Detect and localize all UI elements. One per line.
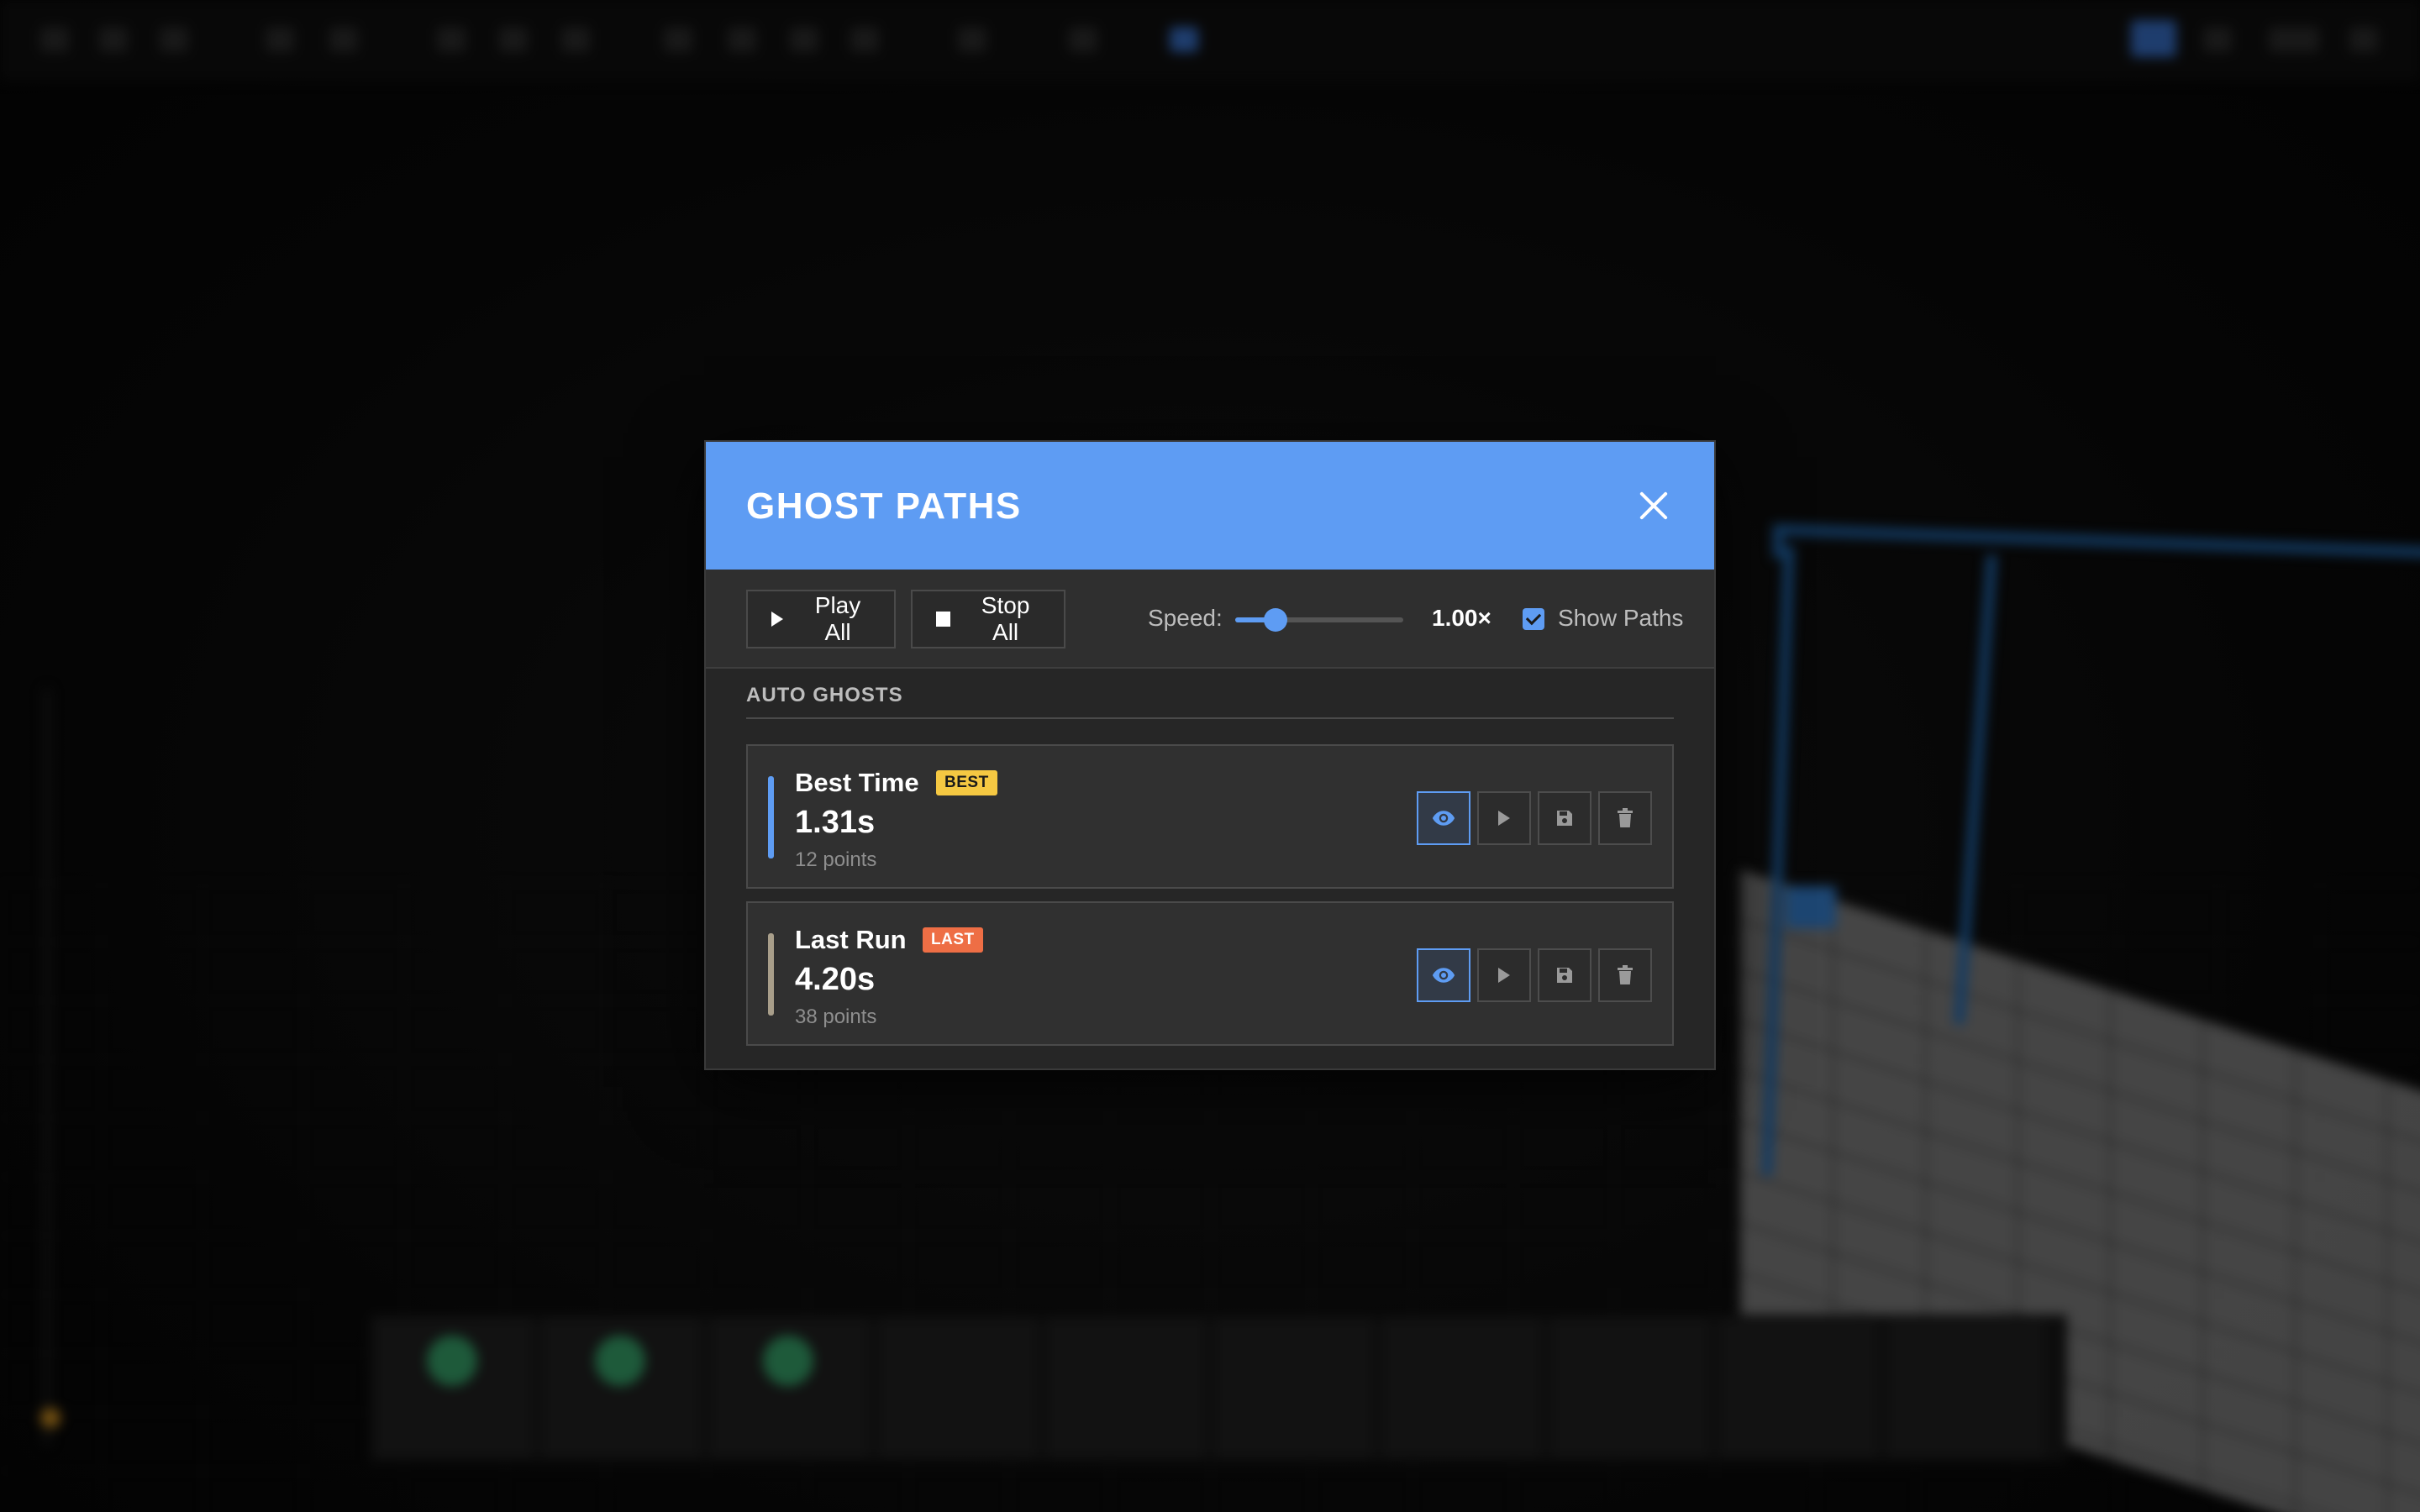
toggle-visibility-button[interactable] [1417, 791, 1470, 845]
play-ghost-button[interactable] [1477, 948, 1531, 1002]
delete-ghost-button[interactable] [1598, 791, 1652, 845]
show-paths-label[interactable]: Show Paths [1558, 605, 1683, 632]
trash-icon [1618, 965, 1633, 984]
ghost-row-best-time: Best Time BEST 1.31s 12 points [746, 744, 1674, 889]
toggle-visibility-button[interactable] [1417, 948, 1470, 1002]
stop-all-button[interactable]: Stop All [911, 590, 1065, 648]
best-badge: BEST [936, 770, 997, 795]
save-ghost-button[interactable] [1538, 948, 1591, 1002]
slider-thumb[interactable] [1264, 608, 1287, 632]
last-badge: LAST [923, 927, 983, 953]
dialog-title: GHOST PATHS [746, 486, 1022, 527]
section-title: AUTO GHOSTS [746, 684, 1674, 719]
play-ghost-button[interactable] [1477, 791, 1531, 845]
playback-toolbar: Play All Stop All Speed: 1.00× Show Path… [706, 570, 1714, 669]
ghost-name: Last Run [795, 925, 907, 954]
show-paths-checkbox[interactable] [1523, 608, 1544, 630]
save-icon [1557, 968, 1572, 983]
play-all-button[interactable]: Play All [746, 590, 896, 648]
stop-all-label: Stop All [981, 592, 1030, 645]
ghost-time: 4.20s [795, 962, 876, 997]
ghost-name: Best Time [795, 768, 919, 797]
ghost-paths-dialog: GHOST PATHS Play All Stop All Speed: 1.0… [704, 440, 1716, 1070]
dialog-header: GHOST PATHS [706, 442, 1714, 570]
play-all-label: Play All [814, 592, 861, 645]
speed-slider[interactable] [1235, 606, 1403, 632]
trash-icon [1618, 808, 1633, 827]
play-icon [771, 612, 783, 627]
ghost-color-bar [768, 776, 774, 858]
auto-ghosts-section: AUTO GHOSTS [746, 684, 1674, 719]
close-button[interactable] [1634, 486, 1674, 526]
delete-ghost-button[interactable] [1598, 948, 1652, 1002]
save-icon [1557, 811, 1572, 826]
eye-icon [1432, 968, 1455, 983]
ghost-row-last-run: Last Run LAST 4.20s 38 points [746, 901, 1674, 1046]
save-ghost-button[interactable] [1538, 791, 1591, 845]
speed-label: Speed: [1148, 605, 1223, 631]
ghost-time: 1.31s [795, 805, 876, 840]
speed-value: 1.00× [1432, 605, 1491, 631]
ghost-color-bar [768, 933, 774, 1016]
ghost-points: 12 points [795, 848, 877, 871]
eye-icon [1432, 811, 1455, 826]
play-icon [1498, 968, 1510, 983]
play-icon [1498, 811, 1510, 826]
stop-icon [936, 612, 951, 627]
ghost-points: 38 points [795, 1005, 877, 1028]
